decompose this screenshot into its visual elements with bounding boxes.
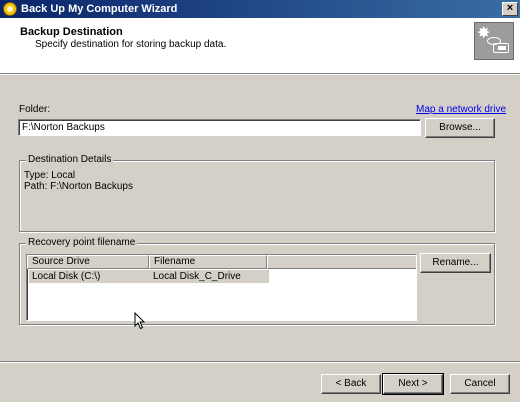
header-divider	[0, 74, 520, 75]
column-header-source-drive[interactable]: Source Drive	[27, 255, 149, 269]
column-header-filename[interactable]: Filename	[149, 255, 267, 269]
recovery-point-group: Recovery point filename Source Drive Fil…	[19, 237, 495, 325]
norton-app-icon	[3, 2, 17, 16]
mouse-cursor-icon	[134, 312, 146, 330]
backup-destination-icon: ✸	[474, 22, 514, 60]
rename-button[interactable]: Rename...	[420, 253, 491, 273]
destination-type: Type: Local	[24, 170, 76, 181]
destination-details-legend: Destination Details	[26, 154, 114, 165]
row-filename: Local Disk_C_Drive	[153, 271, 241, 282]
page-title: Backup Destination	[20, 26, 123, 38]
wizard-header: Backup Destination Specify destination f…	[0, 18, 520, 74]
page-subtitle: Specify destination for storing backup d…	[35, 39, 227, 50]
cancel-button[interactable]: Cancel	[450, 374, 510, 394]
map-network-drive-link[interactable]: Map a network drive	[416, 104, 506, 115]
row-source-drive: Local Disk (C:\)	[32, 271, 101, 282]
next-button[interactable]: Next >	[382, 373, 444, 395]
folder-input[interactable]	[18, 119, 421, 136]
window-title: Back Up My Computer Wizard	[21, 3, 178, 15]
destination-details-group: Destination Details Type: Local Path: F:…	[19, 154, 495, 232]
title-bar: Back Up My Computer Wizard ×	[0, 0, 520, 18]
table-row[interactable]: Local Disk (C:\) Local Disk_C_Drive	[29, 270, 269, 283]
column-header-empty	[267, 255, 416, 269]
recovery-points-list[interactable]: Source Drive Filename Local Disk (C:\) L…	[26, 254, 417, 321]
close-button[interactable]: ×	[502, 2, 518, 16]
recovery-point-legend: Recovery point filename	[26, 237, 138, 248]
destination-path: Path: F:\Norton Backups	[24, 181, 133, 192]
back-button[interactable]: < Back	[321, 374, 381, 394]
browse-button[interactable]: Browse...	[425, 118, 495, 138]
folder-label: Folder:	[19, 104, 51, 115]
